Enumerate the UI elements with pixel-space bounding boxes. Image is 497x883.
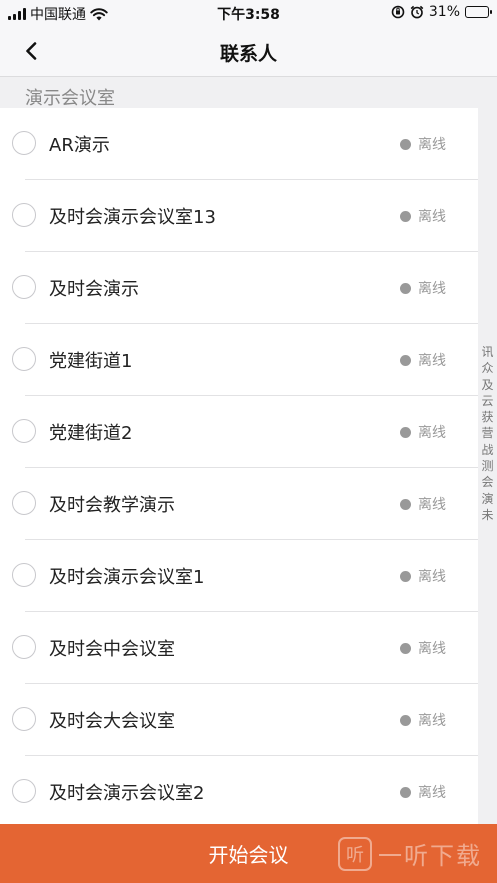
status-label: 离线 (418, 353, 446, 369)
contact-name: 及时会演示 (49, 279, 139, 300)
contact-name: 及时会中会议室 (49, 639, 175, 660)
status-indicator: 离线 (400, 638, 446, 658)
contact-name: 及时会演示会议室2 (49, 783, 205, 804)
index-letter[interactable]: 测 (481, 458, 493, 474)
status-bar-right: 31% (391, 4, 492, 20)
offline-dot-icon (400, 786, 411, 798)
select-radio[interactable] (12, 347, 36, 371)
contact-row[interactable]: 党建街道2 离线 (0, 396, 478, 468)
offline-dot-icon (400, 426, 411, 438)
index-letter[interactable]: 营 (481, 425, 493, 441)
contact-row[interactable]: AR演示 离线 (0, 108, 478, 180)
start-meeting-label: 开始会议 (208, 843, 289, 867)
status-indicator: 离线 (400, 278, 446, 298)
status-indicator: 离线 (400, 422, 446, 442)
index-letter[interactable]: 讯 (481, 344, 493, 360)
status-label: 离线 (418, 641, 446, 657)
index-letter[interactable]: 未 (481, 507, 493, 523)
watermark-text: 一听下载 (378, 842, 482, 870)
section-index-bar[interactable]: 讯众及云获营战测会演未 (478, 344, 497, 523)
contact-name: 党建街道2 (49, 423, 133, 444)
offline-dot-icon (400, 714, 411, 726)
index-letter[interactable]: 战 (481, 442, 493, 458)
status-label: 离线 (418, 281, 446, 297)
status-label: 离线 (418, 425, 446, 441)
status-indicator: 离线 (400, 710, 446, 730)
offline-dot-icon (400, 210, 411, 222)
contact-row[interactable]: 及时会大会议室 离线 (0, 684, 478, 756)
offline-dot-icon (400, 642, 411, 654)
contact-name: 及时会演示会议室13 (49, 207, 216, 228)
status-label: 离线 (418, 209, 446, 225)
status-label: 离线 (418, 497, 446, 513)
select-radio[interactable] (12, 635, 36, 659)
offline-dot-icon (400, 282, 411, 294)
contact-row[interactable]: 及时会演示会议室1 离线 (0, 540, 478, 612)
contact-list: AR演示 离线 及时会演示会议室13 离线 及时会演示 离线 党建街道1 离线 党建街道2 离线及… (0, 108, 478, 824)
status-indicator: 离线 (400, 134, 446, 154)
page-title: 联系人 (219, 43, 277, 65)
battery-percent: 31% (428, 4, 460, 20)
index-letter[interactable]: 获 (481, 409, 493, 425)
status-indicator: 离线 (400, 782, 446, 802)
index-letter[interactable]: 云 (481, 393, 493, 409)
contact-row[interactable]: 及时会演示会议室2 离线 (0, 756, 478, 824)
select-radio[interactable] (12, 275, 36, 299)
select-radio[interactable] (12, 419, 36, 443)
offline-dot-icon (400, 570, 411, 582)
watermark-logo: 听 (338, 836, 372, 871)
contact-name: 党建街道1 (49, 351, 133, 372)
contact-row[interactable]: 及时会教学演示 离线 (0, 468, 478, 540)
select-radio[interactable] (12, 563, 36, 587)
status-label: 离线 (418, 137, 446, 153)
orientation-lock-icon (391, 5, 405, 19)
status-label: 离线 (418, 713, 446, 729)
select-radio[interactable] (12, 491, 36, 515)
section-header: 演示会议室 (25, 88, 115, 109)
offline-dot-icon (400, 138, 411, 150)
index-letter[interactable]: 会 (481, 474, 493, 490)
contact-name: AR演示 (49, 135, 110, 156)
select-radio[interactable] (12, 707, 36, 731)
index-letter[interactable]: 演 (481, 491, 493, 507)
contact-row[interactable]: 及时会演示 离线 (0, 252, 478, 324)
offline-dot-icon (400, 498, 411, 510)
contact-row[interactable]: 及时会演示会议室13 离线 (0, 180, 478, 252)
alarm-clock-icon (410, 5, 424, 19)
offline-dot-icon (400, 354, 411, 366)
select-radio[interactable] (12, 779, 36, 803)
contact-name: 及时会教学演示 (49, 495, 175, 516)
battery-icon (465, 6, 492, 18)
status-label: 离线 (418, 785, 446, 801)
contact-name: 及时会演示会议室1 (49, 567, 205, 588)
contact-row[interactable]: 党建街道1 离线 (0, 324, 478, 396)
status-indicator: 离线 (400, 566, 446, 586)
select-radio[interactable] (12, 131, 36, 155)
watermark: 听 一听下载 (338, 836, 482, 871)
contact-row[interactable]: 及时会中会议室 离线 (0, 612, 478, 684)
status-indicator: 离线 (400, 206, 446, 226)
status-bar: 中国联通 下午3:58 31% (0, 0, 497, 26)
index-letter[interactable]: 及 (481, 377, 493, 393)
status-label: 离线 (418, 569, 446, 585)
status-indicator: 离线 (400, 350, 446, 370)
index-letter[interactable]: 众 (481, 360, 493, 376)
navigation-bar: 联系人 (0, 26, 497, 77)
status-indicator: 离线 (400, 494, 446, 514)
select-radio[interactable] (12, 203, 36, 227)
contact-name: 及时会大会议室 (49, 711, 175, 732)
